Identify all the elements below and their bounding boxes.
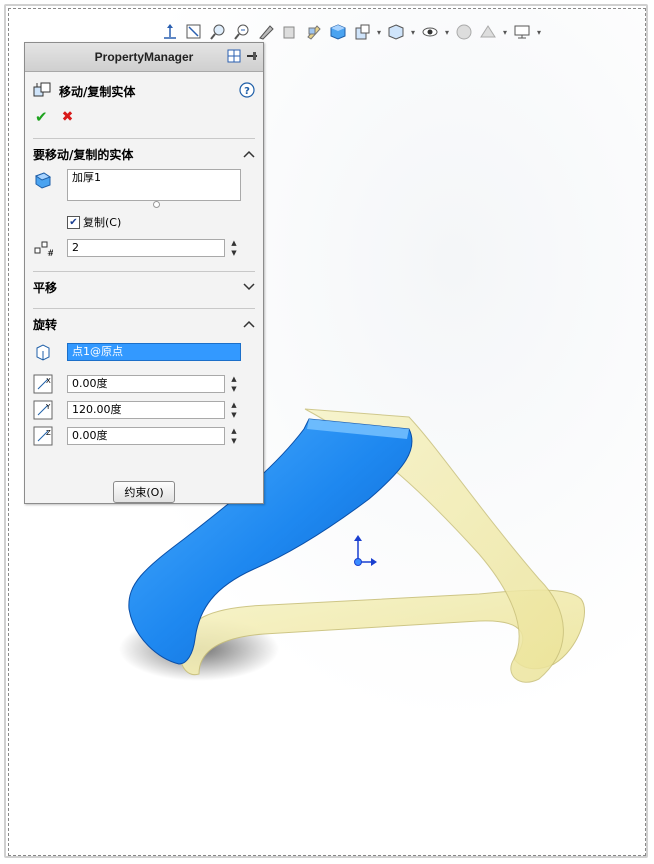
view-setting-monitor-icon[interactable] [511, 21, 533, 43]
cancel-button[interactable]: ✖ [62, 109, 74, 125]
group-bodies-header[interactable]: 要移动/复制的实体 [33, 138, 255, 163]
ok-button[interactable]: ✔ [35, 108, 48, 126]
chevron-down-icon[interactable]: ▾ [409, 21, 417, 43]
svg-text:Z: Z [46, 429, 51, 437]
svg-text:Y: Y [45, 403, 51, 411]
dynamic-annotation-icon[interactable] [279, 21, 301, 43]
chevron-down-icon[interactable]: ▾ [501, 21, 509, 43]
realview-icon[interactable] [477, 21, 499, 43]
origin-triad [354, 535, 377, 566]
copies-input[interactable]: 2 [67, 239, 225, 257]
display-style-icon[interactable] [327, 21, 349, 43]
svg-text:?: ? [244, 86, 250, 97]
chevron-down-icon[interactable] [243, 280, 255, 294]
rotation-origin-icon [33, 341, 59, 363]
svg-text:X: X [46, 377, 51, 385]
resize-handle-icon[interactable] [153, 201, 160, 208]
zoom-to-fit-icon[interactable] [183, 21, 205, 43]
number-of-copies-icon: # [33, 237, 59, 259]
scene-globe-icon[interactable] [453, 21, 475, 43]
rotate-x-input[interactable]: 0.00度 [67, 375, 225, 393]
split-panel-icon[interactable] [227, 49, 241, 66]
svg-text:#: # [47, 249, 53, 257]
group-rotate-title: 旋转 [33, 317, 58, 332]
group-bodies-title: 要移动/复制的实体 [33, 147, 134, 162]
copy-checkbox[interactable]: ✔ [67, 215, 80, 229]
move-copy-icon [33, 81, 53, 102]
solid-body-icon [33, 169, 59, 191]
group-rotate-header[interactable]: 旋转 [33, 308, 255, 333]
rotate-y-input[interactable]: 120.00度 [67, 401, 225, 419]
feature-title: 移动/复制实体 [59, 84, 136, 99]
rotate-z-spinner[interactable]: ▲ ▼ [229, 427, 239, 445]
rotate-z-icon: Z [33, 425, 59, 447]
chevron-up-icon[interactable] [243, 317, 255, 331]
copy-label: 复制(C) [83, 216, 122, 229]
previous-view-icon[interactable] [231, 21, 253, 43]
rotate-y-icon: Y [33, 399, 59, 421]
chevron-down-icon[interactable]: ▾ [535, 21, 543, 43]
chevron-down-icon[interactable]: ▾ [443, 21, 451, 43]
section-view-icon[interactable] [255, 21, 277, 43]
feature-title-row: 移动/复制实体 ? [25, 78, 263, 104]
property-manager: PropertyManager 移动/复制实体 ? ✔ ✖ 要移动/复制的实体 [24, 42, 264, 504]
edit-appearance-icon[interactable] [385, 21, 407, 43]
bodies-selection-box[interactable]: 加厚1 [67, 169, 241, 201]
rotate-x-spinner[interactable]: ▲ ▼ [229, 375, 239, 393]
hide-show-icon[interactable] [351, 21, 373, 43]
rotate-z-input[interactable]: 0.00度 [67, 427, 225, 445]
property-manager-header: PropertyManager [25, 43, 263, 72]
zoom-area-icon[interactable] [207, 21, 229, 43]
rotation-origin-selection[interactable]: 点1@原点 [67, 343, 241, 361]
pin-icon[interactable] [245, 49, 259, 66]
group-translate-header[interactable]: 平移 [33, 271, 255, 296]
view-settings-icon[interactable] [303, 21, 325, 43]
copies-spinner[interactable]: ▲ ▼ [229, 239, 239, 257]
apply-scene-icon[interactable] [419, 21, 441, 43]
rotate-y-spinner[interactable]: ▲ ▼ [229, 401, 239, 419]
group-translate-title: 平移 [33, 280, 58, 295]
chevron-down-icon[interactable]: ▾ [375, 21, 383, 43]
rotate-x-icon: X [33, 373, 59, 395]
view-orientation-icon[interactable] [159, 21, 181, 43]
chevron-up-icon[interactable] [243, 147, 255, 161]
constraints-button[interactable]: 约束(O) [113, 481, 175, 503]
property-manager-title: PropertyManager [94, 50, 194, 64]
help-icon[interactable]: ? [239, 81, 255, 101]
